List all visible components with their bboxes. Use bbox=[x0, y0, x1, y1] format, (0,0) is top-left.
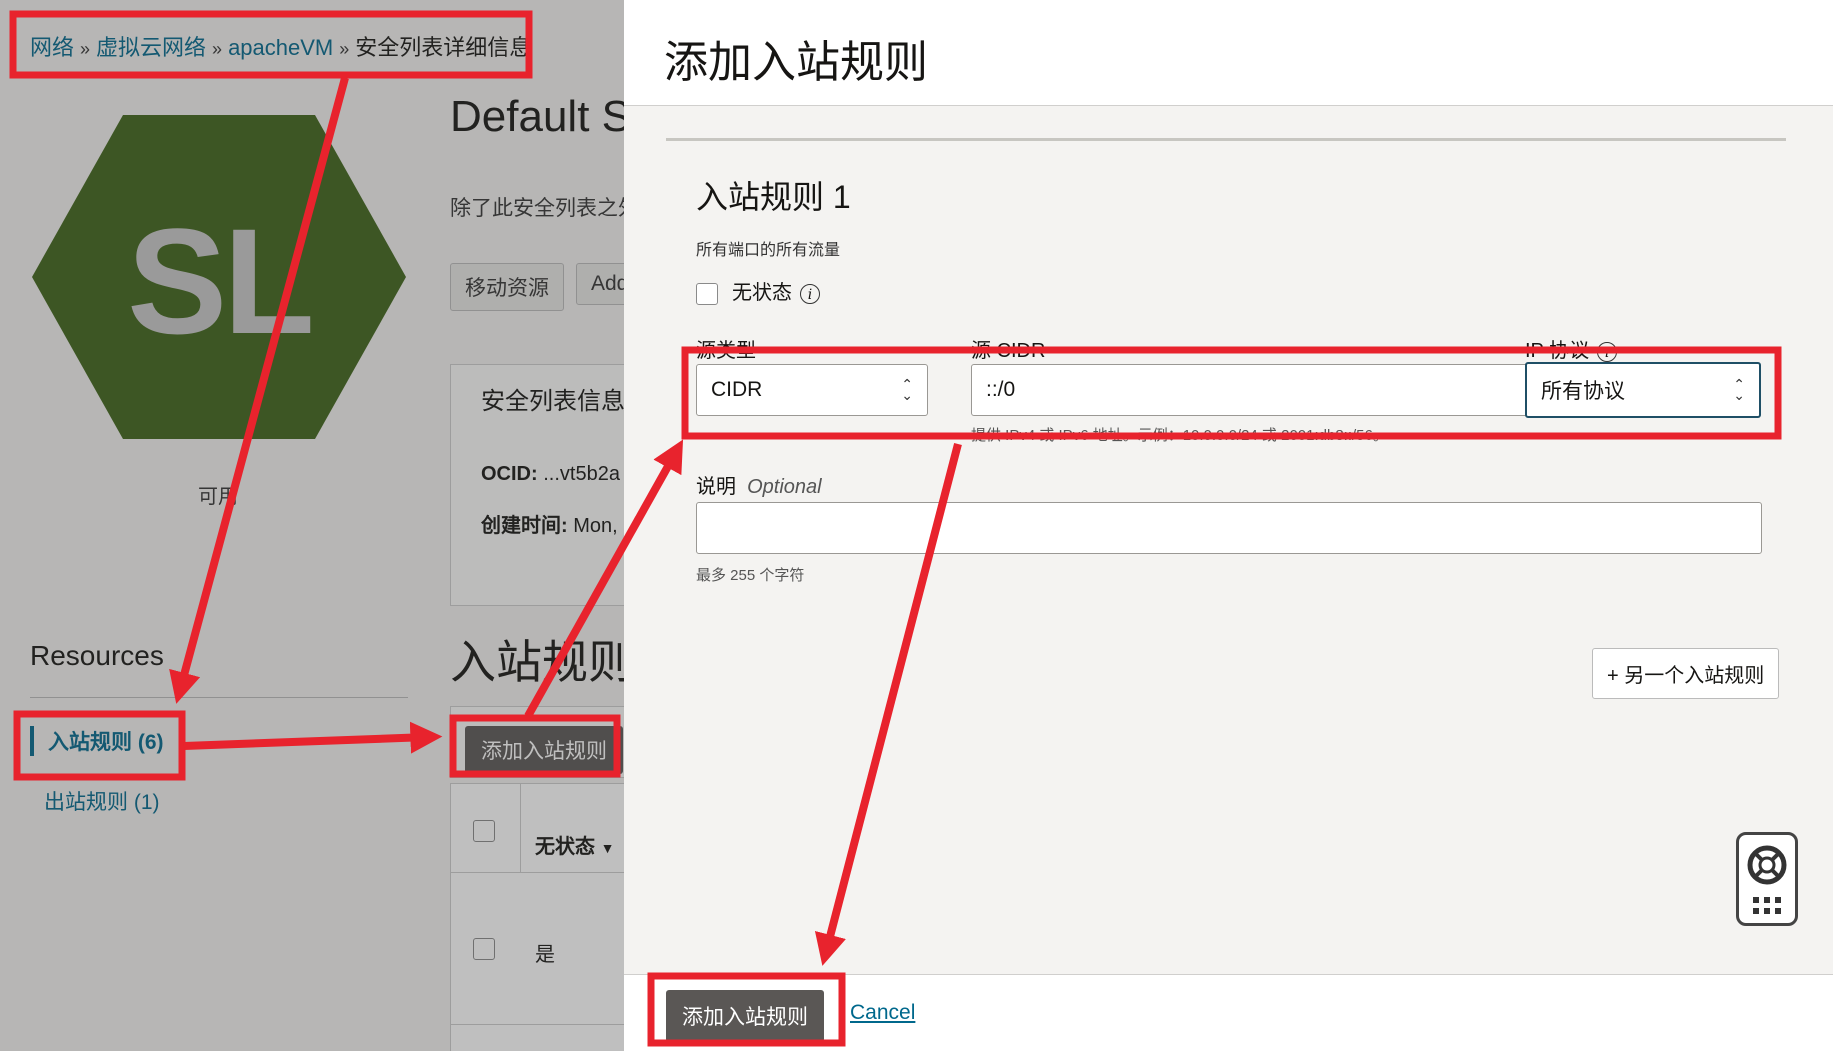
add-ingress-rules-panel: 添加入站规则 入站规则 1 所有端口的所有流量 无状态 i 源类型 CIDR ⌃ ⌄… bbox=[624, 0, 1833, 1052]
cancel-link[interactable]: Cancel bbox=[850, 1001, 915, 1025]
source-cidr-input[interactable]: ::/0 bbox=[971, 364, 1531, 416]
ip-protocol-select[interactable]: 所有协议 ⌃ ⌄ bbox=[1525, 362, 1761, 418]
description-label: 说明 bbox=[696, 476, 736, 498]
rule-title: 入站规则 1 bbox=[696, 179, 851, 215]
console-background: 网络» 虚拟云网络» apacheVM» 安全列表详细信息 SL 可用 Default… bbox=[0, 0, 624, 1051]
stateless-option: 无状态 i bbox=[696, 276, 820, 305]
panel-body: 入站规则 1 所有端口的所有流量 无状态 i 源类型 CIDR ⌃ ⌄ 源 CIDR… bbox=[624, 106, 1833, 974]
ip-protocol-label: IP 协议 bbox=[1525, 340, 1590, 362]
info-icon[interactable]: i bbox=[800, 283, 820, 304]
rule-subtitle: 所有端口的所有流量 bbox=[696, 242, 841, 259]
info-icon[interactable]: i bbox=[1597, 341, 1618, 362]
select-arrows-icon: ⌃ ⌄ bbox=[901, 376, 913, 403]
source-cidr-value: ::/0 bbox=[986, 378, 1016, 401]
rule-card-top-border bbox=[666, 138, 1786, 141]
stateless-label: 无状态 bbox=[732, 282, 792, 304]
another-ingress-rule-button[interactable]: + 另一个入站规则 bbox=[1592, 648, 1780, 699]
description-input[interactable] bbox=[696, 502, 1762, 554]
ip-protocol-value: 所有协议 bbox=[1541, 380, 1625, 403]
description-label-wrap: 说明 Optional bbox=[696, 470, 822, 499]
description-hint: 最多 255 个字符 bbox=[696, 567, 805, 584]
source-type-label: 源类型 bbox=[696, 340, 756, 362]
ip-protocol-label-wrap: IP 协议 i bbox=[1525, 334, 1618, 363]
description-optional: Optional bbox=[747, 476, 822, 498]
help-widget[interactable] bbox=[1736, 832, 1798, 926]
cidr-hint: 提供 IPv4 或 IPv6 地址。示例：10.0.0.0/24 或 2001:… bbox=[971, 427, 1388, 444]
source-cidr-label: 源 CIDR bbox=[971, 340, 1046, 362]
source-type-select[interactable]: CIDR ⌃ ⌄ bbox=[696, 364, 928, 416]
modal-dim-overlay bbox=[0, 0, 624, 1051]
help-lifebuoy-icon bbox=[1747, 845, 1787, 914]
add-ingress-rules-submit-button[interactable]: 添加入站规则 bbox=[666, 990, 824, 1042]
panel-title: 添加入站规则 bbox=[664, 38, 928, 87]
stateless-checkbox[interactable] bbox=[696, 282, 718, 305]
source-type-value: CIDR bbox=[711, 378, 763, 401]
select-arrows-icon: ⌃ ⌄ bbox=[1733, 376, 1745, 403]
